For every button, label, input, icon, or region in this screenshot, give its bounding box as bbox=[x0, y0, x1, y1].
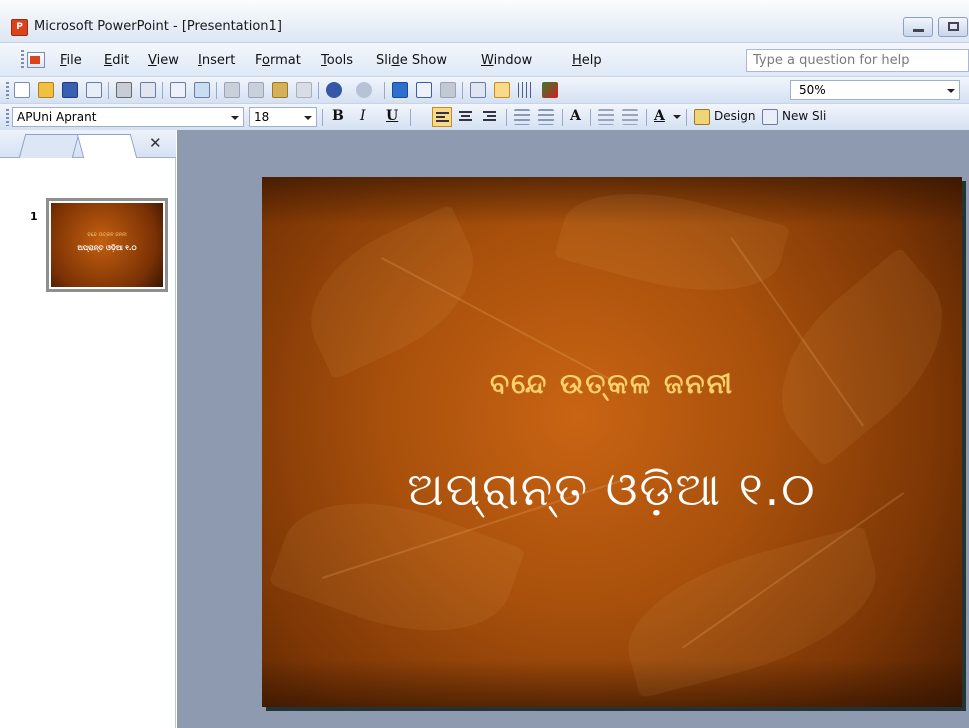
print-icon[interactable] bbox=[116, 82, 132, 98]
tab-slides[interactable] bbox=[76, 134, 138, 158]
font-name-combo[interactable]: APUni Aprant bbox=[12, 107, 244, 127]
menu-bar: File Edit View Insert Format Tools Slide… bbox=[0, 43, 969, 76]
menu-format[interactable]: Format bbox=[255, 53, 301, 68]
design-button[interactable]: Design bbox=[714, 109, 755, 123]
new-icon[interactable] bbox=[14, 82, 30, 98]
hyperlink-icon[interactable] bbox=[440, 82, 456, 98]
leaf-decoration bbox=[287, 204, 497, 380]
chevron-down-icon bbox=[231, 116, 239, 120]
leaf-decoration bbox=[612, 525, 892, 699]
show-formatting-icon[interactable] bbox=[494, 82, 510, 98]
redo-icon[interactable] bbox=[356, 82, 372, 98]
italic-button[interactable]: I bbox=[360, 108, 366, 124]
chevron-down-icon bbox=[947, 89, 955, 93]
new-slide-icon[interactable] bbox=[762, 109, 778, 125]
font-color-button[interactable]: A bbox=[654, 108, 665, 124]
minimize-button[interactable] bbox=[903, 17, 933, 37]
close-icon[interactable]: ✕ bbox=[149, 134, 162, 152]
title-bar: P Microsoft PowerPoint - [Presentation1] bbox=[0, 0, 969, 43]
insert-table-icon[interactable] bbox=[416, 82, 432, 98]
spelling-icon[interactable] bbox=[170, 82, 186, 98]
menu-window[interactable]: Window bbox=[481, 53, 532, 68]
thumbnail-subtitle: ବନ୍ଦେ ଉତ୍କଳ ଜନନୀ bbox=[87, 232, 127, 238]
help-search-input[interactable]: Type a question for help bbox=[746, 49, 969, 72]
bullets-icon[interactable] bbox=[538, 109, 554, 125]
numbering-icon[interactable] bbox=[514, 109, 530, 125]
menu-tools[interactable]: Tools bbox=[321, 53, 353, 68]
menu-edit[interactable]: Edit bbox=[104, 53, 129, 68]
undo-icon[interactable] bbox=[326, 82, 342, 98]
font-color-dropdown[interactable] bbox=[672, 109, 682, 125]
print-preview-icon[interactable] bbox=[140, 82, 156, 98]
restore-button[interactable] bbox=[938, 17, 968, 37]
formatting-toolbar: APUni Aprant 18 B I U A A Design New Sli bbox=[0, 103, 969, 130]
underline-button[interactable]: U bbox=[386, 108, 398, 124]
tab-outline[interactable] bbox=[18, 134, 80, 158]
paste-icon[interactable] bbox=[272, 82, 288, 98]
slide-canvas[interactable]: ବନ୍ଦେ ଉତ୍କଳ ଜନନୀ ଅପ୍ରାନ୍ତ ଓଡ଼ିଆ ୧.୦ bbox=[262, 177, 962, 707]
research-icon[interactable] bbox=[194, 82, 210, 98]
window-title: Microsoft PowerPoint - [Presentation1] bbox=[34, 19, 282, 34]
bold-button[interactable]: B bbox=[332, 108, 344, 124]
align-right-button[interactable] bbox=[480, 107, 500, 127]
zoom-combo[interactable]: 50% bbox=[790, 80, 960, 100]
menu-help[interactable]: Help bbox=[572, 53, 602, 68]
permission-icon[interactable] bbox=[86, 82, 102, 98]
cut-icon[interactable] bbox=[224, 82, 240, 98]
copy-icon[interactable] bbox=[248, 82, 264, 98]
expand-all-icon[interactable] bbox=[470, 82, 486, 98]
menu-file[interactable]: File bbox=[60, 53, 82, 68]
powerpoint-icon[interactable]: P bbox=[11, 19, 28, 36]
increase-indent-icon[interactable] bbox=[622, 109, 638, 125]
thumbnail-title: ଅପ୍ରାନ୍ତ ଓଡ଼ିଆ ୧.୦ bbox=[77, 244, 137, 252]
leaf-decoration bbox=[554, 177, 790, 314]
slide-subtitle[interactable]: ବନ୍ଦେ ଉତ୍କଳ ଜନନୀ bbox=[262, 367, 962, 401]
grow-font-button[interactable]: A bbox=[570, 108, 581, 124]
color-grayscale-icon[interactable] bbox=[542, 82, 558, 98]
chevron-down-icon bbox=[673, 115, 681, 119]
menu-grip[interactable] bbox=[21, 50, 24, 70]
slide-title[interactable]: ଅପ୍ରାନ୍ତ ଓଡ଼ିଆ ୧.୦ bbox=[262, 462, 962, 518]
design-icon[interactable] bbox=[694, 109, 710, 125]
pane-tabs: ✕ bbox=[0, 130, 176, 158]
chevron-down-icon bbox=[304, 116, 312, 120]
slide-workspace: ବନ୍ଦେ ଉତ୍କଳ ଜନନୀ ଅପ୍ରାନ୍ତ ଓଡ଼ିଆ ୧.୦ bbox=[177, 130, 969, 728]
zoom-value: 50% bbox=[799, 83, 826, 97]
menu-insert[interactable]: Insert bbox=[198, 53, 235, 68]
menu-view[interactable]: View bbox=[148, 53, 179, 68]
document-icon[interactable] bbox=[27, 52, 45, 68]
format-painter-icon[interactable] bbox=[296, 82, 312, 98]
slide-number: 1 bbox=[30, 210, 38, 223]
open-icon[interactable] bbox=[38, 82, 54, 98]
menu-slide-show[interactable]: Slide Show bbox=[376, 53, 447, 68]
decrease-indent-icon[interactable] bbox=[598, 109, 614, 125]
center-button[interactable] bbox=[456, 107, 476, 127]
toolbar-grip[interactable] bbox=[6, 82, 9, 99]
grid-icon[interactable] bbox=[518, 82, 534, 98]
slides-pane: ✕ 1 ବନ୍ଦେ ଉତ୍କଳ ଜନନୀ ଅପ୍ରାନ୍ତ ଓଡ଼ିଆ ୧.୦ bbox=[0, 130, 176, 728]
insert-chart-icon[interactable] bbox=[392, 82, 408, 98]
slide-thumbnail[interactable]: ବନ୍ଦେ ଉତ୍କଳ ଜନନୀ ଅପ୍ରାନ୍ତ ଓଡ଼ିଆ ୧.୦ bbox=[46, 198, 168, 292]
new-slide-button[interactable]: New Sli bbox=[782, 109, 826, 123]
toolbar-grip[interactable] bbox=[6, 109, 9, 126]
align-left-button[interactable] bbox=[432, 107, 452, 127]
standard-toolbar: 50% bbox=[0, 76, 969, 103]
save-icon[interactable] bbox=[62, 82, 78, 98]
leaf-decoration bbox=[746, 246, 962, 468]
font-size-combo[interactable]: 18 bbox=[249, 107, 317, 127]
